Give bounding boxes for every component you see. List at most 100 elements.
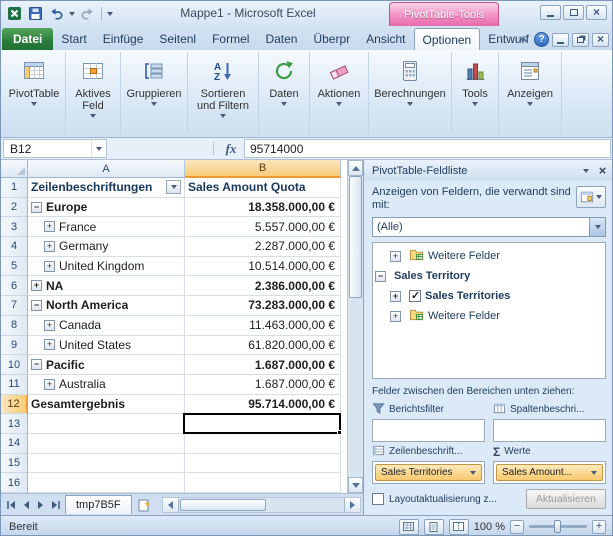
cell-b15[interactable] (185, 453, 341, 474)
horizontal-scrollbar[interactable] (161, 496, 361, 513)
row-header[interactable]: 3 (1, 217, 28, 238)
cell-a16[interactable] (28, 473, 185, 493)
row-header[interactable]: 9 (1, 335, 28, 356)
cell-b9[interactable]: 61.820.000,00 € (185, 335, 341, 356)
pivottable-button[interactable]: PivotTable (6, 53, 62, 134)
row-header-selected[interactable]: 12 (1, 394, 28, 415)
cell-a15[interactable] (28, 453, 185, 474)
cell-b2[interactable]: 18.358.000,00 € (185, 197, 341, 218)
pane-options-icon[interactable] (577, 163, 594, 178)
row-header[interactable]: 4 (1, 237, 28, 257)
expand-icon[interactable] (44, 319, 55, 331)
gruppieren-button[interactable]: Gruppieren (124, 53, 184, 134)
workbook-minimize-button[interactable] (552, 32, 569, 47)
workbook-close-button[interactable] (592, 32, 609, 47)
row-header[interactable]: 5 (1, 256, 28, 277)
sheet-tab[interactable]: tmp7B5F (65, 495, 132, 514)
tab-daten[interactable]: Daten (257, 28, 305, 50)
redo-icon[interactable] (79, 5, 96, 22)
zoom-level-label[interactable]: 100 % (474, 521, 505, 533)
row-header[interactable]: 1 (1, 178, 28, 198)
minimize-ribbon-icon[interactable] (515, 32, 531, 47)
select-all-corner[interactable] (1, 160, 28, 178)
scroll-left-icon[interactable] (162, 497, 179, 512)
field-source-dropdown[interactable]: (Alle) (372, 217, 606, 237)
cell-b6[interactable]: 2.386.000,00 € (185, 276, 341, 297)
undo-icon[interactable] (48, 5, 65, 22)
excel-app-icon[interactable] (6, 5, 23, 22)
workbook-restore-button[interactable] (572, 32, 589, 47)
cell-a5[interactable]: United Kingdom (28, 256, 185, 277)
row-header[interactable]: 15 (1, 453, 28, 474)
collapse-icon[interactable] (31, 201, 42, 213)
cell-a14[interactable] (28, 433, 185, 454)
chevron-down-icon[interactable] (589, 218, 605, 236)
cell-b3[interactable]: 5.557.000,00 € (185, 217, 341, 238)
cell-a9[interactable]: United States (28, 335, 185, 356)
collapse-icon[interactable] (375, 270, 386, 282)
page-break-view-icon[interactable] (448, 518, 469, 535)
cell-a3[interactable]: France (28, 217, 185, 238)
row-header[interactable]: 8 (1, 315, 28, 336)
tab-optionen[interactable]: Optionen (413, 28, 481, 50)
row-field-button[interactable]: Sales Territories (375, 464, 482, 481)
row-header[interactable]: 14 (1, 433, 28, 454)
field-checkbox[interactable] (409, 289, 421, 302)
sortieren-filtern-button[interactable]: AZ Sortieren und Filtern (191, 53, 255, 134)
collapse-icon[interactable] (31, 359, 42, 371)
customize-qat-icon[interactable] (107, 11, 113, 16)
cell-a1[interactable]: Zeilenbeschriftungen (28, 178, 185, 198)
expand-icon[interactable] (44, 339, 55, 351)
formula-input[interactable]: 95714000 (244, 139, 611, 158)
cell-b11[interactable]: 1.687.000,00 € (185, 374, 341, 395)
collapse-icon[interactable] (31, 299, 42, 311)
cell-b12-selected[interactable]: 95.714.000,00 € (185, 394, 341, 415)
tree-item-sales-territory[interactable]: Sales Territory (375, 266, 603, 286)
filter-dropdown-button[interactable] (166, 180, 181, 195)
expand-icon[interactable] (31, 280, 42, 292)
vertical-scroll-track[interactable] (348, 298, 363, 477)
maximize-button[interactable] (563, 5, 584, 20)
cell-b14[interactable] (185, 433, 341, 454)
cell-a13[interactable] (28, 414, 185, 434)
row-header[interactable]: 6 (1, 276, 28, 297)
expand-icon[interactable] (44, 260, 55, 272)
tree-item-sales-territories[interactable]: Sales Territories (375, 286, 603, 306)
tab-ueberpruefen[interactable]: Überpr (305, 28, 358, 50)
tab-formeln[interactable]: Formel (204, 28, 257, 50)
zoom-out-icon[interactable] (510, 519, 524, 534)
row-header[interactable]: 11 (1, 374, 28, 395)
tools-button[interactable]: Tools (455, 53, 495, 134)
tree-item-more-fields-2[interactable]: Weitere Felder (375, 306, 603, 326)
expand-icon[interactable] (390, 290, 401, 302)
tab-seitenlayout[interactable]: Seitenl (151, 28, 204, 50)
zoom-in-icon[interactable] (592, 519, 606, 534)
value-field-button[interactable]: Sales Amount... (496, 464, 603, 481)
values-area[interactable]: Sales Amount... (493, 461, 606, 484)
cell-a8[interactable]: Canada (28, 315, 185, 336)
expand-icon[interactable] (390, 310, 401, 322)
row-header[interactable]: 16 (1, 473, 28, 493)
help-icon[interactable] (534, 32, 549, 47)
tab-ansicht[interactable]: Ansicht (358, 28, 413, 50)
undo-dropdown-icon[interactable] (69, 11, 75, 16)
row-header[interactable]: 10 (1, 355, 28, 375)
last-sheet-icon[interactable] (48, 496, 63, 513)
vertical-scrollbar[interactable] (347, 160, 363, 493)
cell-a11[interactable]: Australia (28, 374, 185, 395)
page-layout-view-icon[interactable] (423, 518, 444, 535)
insert-function-button[interactable]: fx (218, 138, 244, 159)
row-header[interactable]: 2 (1, 197, 28, 218)
update-button[interactable]: Aktualisieren (525, 489, 606, 509)
cell-b16[interactable] (185, 473, 341, 493)
save-icon[interactable] (27, 5, 44, 22)
column-header-a[interactable]: A (28, 160, 185, 178)
cell-a7[interactable]: North America (28, 296, 185, 316)
cell-b4[interactable]: 2.287.000,00 € (185, 237, 341, 257)
aktives-feld-button[interactable]: Aktives Feld (69, 53, 117, 134)
cell-a12[interactable]: Gesamtergebnis (28, 394, 185, 415)
close-button[interactable] (586, 5, 607, 20)
cell-b7[interactable]: 73.283.000,00 € (185, 296, 341, 316)
expand-icon[interactable] (44, 378, 55, 390)
row-labels-area[interactable]: Sales Territories (372, 461, 485, 484)
